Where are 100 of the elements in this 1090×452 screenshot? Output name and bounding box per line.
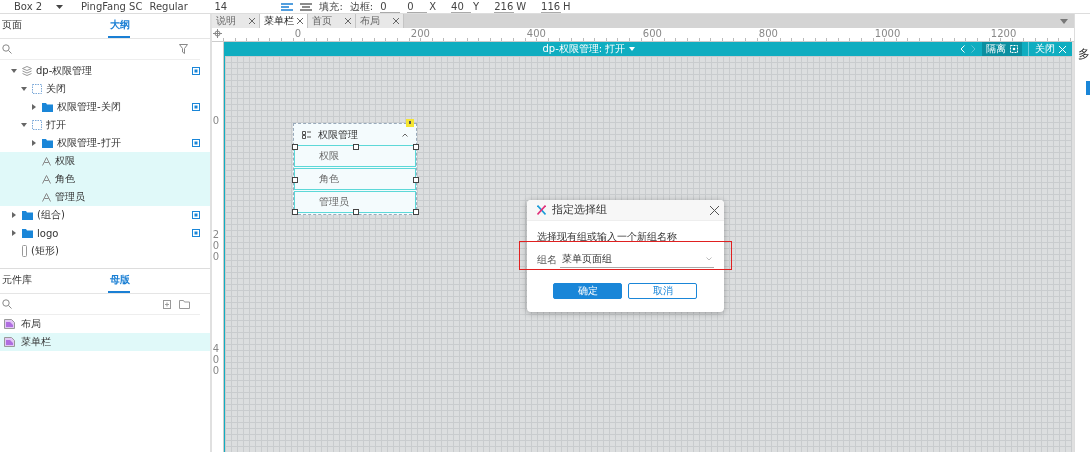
page-tab[interactable]: 首页: [307, 14, 356, 28]
isolate-button[interactable]: 隔离: [982, 42, 1022, 56]
crosshair-icon[interactable]: [212, 29, 222, 38]
field-label: 组名: [536, 252, 557, 267]
cancel-button[interactable]: 取消: [628, 283, 698, 299]
panel-tab[interactable]: 元件库: [0, 273, 108, 293]
visibility-marker-icon[interactable]: [191, 103, 200, 111]
selection-handle[interactable]: [291, 177, 298, 183]
outline-item[interactable]: 管理员: [0, 188, 210, 206]
outline-item[interactable]: 角色: [0, 170, 210, 188]
chevron-left-icon[interactable]: [960, 45, 965, 53]
panel-tab[interactable]: 大纲: [107, 18, 130, 38]
master-page-icon: [4, 319, 15, 329]
isolate-icon[interactable]: [1010, 45, 1018, 53]
selection-handle[interactable]: [291, 209, 298, 215]
outline-label: (组合): [37, 208, 65, 222]
folder-icon: [22, 210, 33, 220]
master-item[interactable]: 布局: [0, 315, 210, 333]
size-dropdown[interactable]: 14: [214, 1, 275, 12]
ruler-label: 400: [526, 28, 546, 39]
caret-icon[interactable]: [11, 68, 17, 74]
caret-icon[interactable]: [31, 104, 37, 110]
visibility-marker-icon[interactable]: [191, 211, 200, 219]
ok-button[interactable]: 确定: [553, 283, 623, 299]
chevron-up-icon: [401, 132, 408, 137]
outline-label: 权限管理-打开: [57, 136, 121, 150]
caret-icon[interactable]: [11, 230, 17, 236]
selection-handle[interactable]: [412, 144, 419, 150]
outline-label: dp-权限管理: [36, 64, 93, 78]
visibility-marker-icon[interactable]: [191, 139, 200, 147]
align-center-icon[interactable]: [300, 2, 313, 11]
master-label: 布局: [21, 317, 41, 331]
border-label: 边框:: [349, 0, 374, 14]
fill-label: 填充:: [319, 0, 343, 14]
outline-label: (矩形): [31, 244, 59, 258]
close-icon[interactable]: [709, 205, 719, 215]
master-page-icon: [4, 337, 15, 347]
text-type-icon: [42, 174, 51, 184]
pin-icon: [405, 119, 414, 127]
ruler-label: 0: [212, 115, 221, 126]
selection-handle[interactable]: [412, 209, 419, 215]
search-icon[interactable]: [2, 44, 12, 54]
panel-tab[interactable]: 页面: [0, 18, 108, 38]
caret-icon[interactable]: [31, 140, 37, 146]
add-page-icon[interactable]: [162, 299, 171, 309]
outline-item[interactable]: 打开: [0, 116, 210, 134]
font-dropdown[interactable]: PingFang SC: [81, 1, 143, 12]
caret-icon[interactable]: [21, 122, 27, 128]
outline-label: 打开: [46, 118, 66, 132]
ruler-label: 600: [642, 28, 662, 39]
caret-icon[interactable]: [56, 4, 64, 9]
outline-label: logo: [37, 227, 59, 239]
layers-icon: [22, 66, 32, 76]
outline-label: 关闭: [46, 82, 66, 96]
close-icon[interactable]: [248, 18, 255, 24]
close-icon[interactable]: [344, 18, 351, 24]
group-name-combobox[interactable]: 菜单页面组: [559, 251, 714, 268]
weight-dropdown[interactable]: Regular: [149, 1, 208, 12]
close-icon[interactable]: [392, 18, 399, 24]
outline-label: 角色: [55, 172, 75, 186]
field-label: X: [429, 1, 437, 12]
page-tab[interactable]: 说明: [211, 14, 260, 28]
page-tab[interactable]: 菜单栏: [259, 14, 308, 28]
position-field[interactable]: 40: [451, 0, 472, 13]
position-field[interactable]: 116: [541, 0, 562, 13]
selection-handle[interactable]: [291, 144, 298, 150]
border-field[interactable]: 0: [380, 0, 401, 13]
ruler-label: 200: [212, 229, 221, 262]
master-label: 菜单栏: [21, 335, 51, 349]
master-item[interactable]: 菜单栏: [0, 333, 210, 351]
style-dropdown[interactable]: Box 2: [14, 1, 74, 12]
outline-item[interactable]: 权限管理-关闭: [0, 98, 210, 116]
caret-icon[interactable]: [11, 212, 17, 218]
outline-label: 管理员: [55, 190, 85, 204]
filter-icon[interactable]: [178, 44, 190, 54]
panel-indicator: [1086, 81, 1090, 95]
position-field[interactable]: 216: [494, 0, 515, 13]
folder-icon: [42, 138, 53, 148]
position-field[interactable]: 0: [407, 0, 428, 13]
caret-icon[interactable]: [21, 86, 27, 92]
outline-item[interactable]: (矩形): [0, 242, 210, 260]
visibility-marker-icon[interactable]: [191, 229, 200, 237]
outline-item[interactable]: 权限: [0, 152, 210, 170]
outline-label: 权限: [55, 154, 75, 168]
folder-icon[interactable]: [178, 299, 190, 309]
search-icon[interactable]: [2, 299, 12, 309]
selection-handle[interactable]: [352, 144, 359, 150]
close-icon[interactable]: [296, 18, 303, 24]
panel-tab[interactable]: 母版: [107, 273, 130, 293]
align-left-icon[interactable]: [281, 2, 294, 11]
outline-item[interactable]: 权限管理-打开: [0, 134, 210, 152]
outline-item[interactable]: (组合): [0, 206, 210, 224]
outline-item[interactable]: 关闭: [0, 80, 210, 98]
visibility-marker-icon[interactable]: [191, 67, 200, 75]
page-tab[interactable]: 布局: [355, 14, 404, 28]
selection-handle[interactable]: [412, 177, 419, 183]
selection-handle[interactable]: [352, 209, 359, 215]
rectangle-icon: [22, 245, 27, 257]
outline-item[interactable]: logo: [0, 224, 210, 242]
outline-item[interactable]: dp-权限管理: [0, 62, 210, 80]
